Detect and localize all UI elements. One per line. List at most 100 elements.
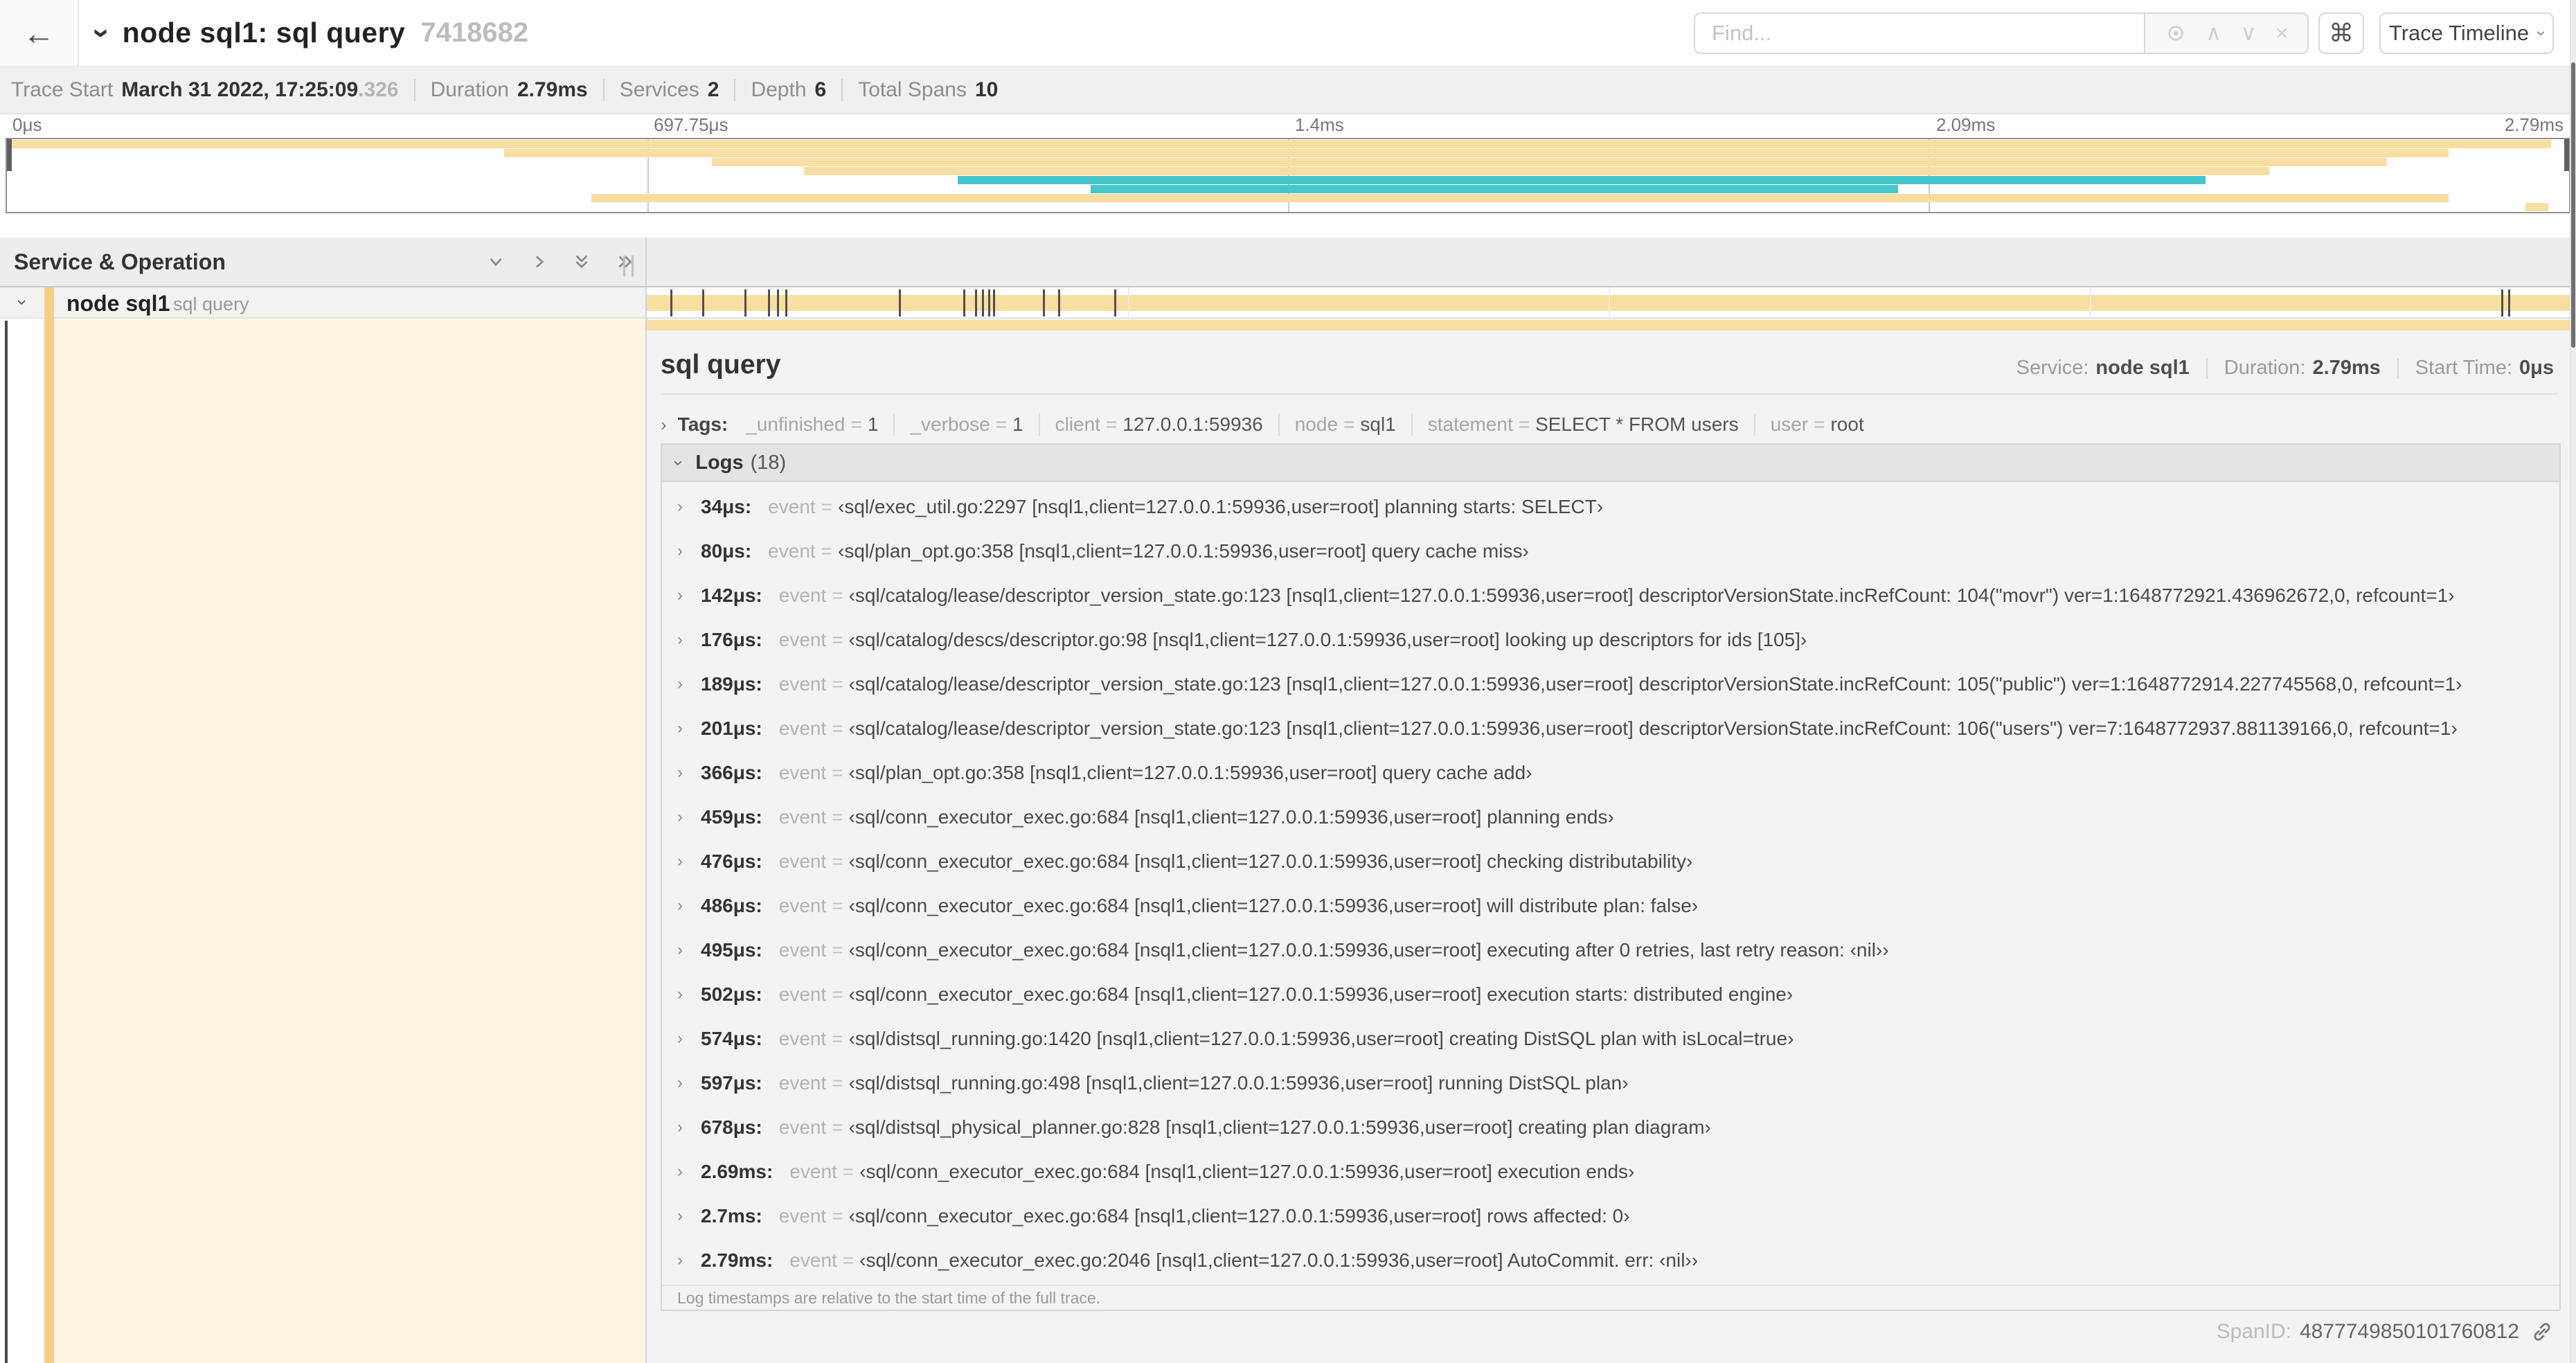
log-equals: =	[832, 585, 843, 606]
log-row[interactable]: › 502μs: event = ‹sql/conn_executor_exec.go:…	[662, 972, 2559, 1017]
log-equals: =	[832, 718, 843, 739]
collapse-trace-chevron-icon[interactable]: ›	[84, 28, 119, 38]
collapse-one-icon[interactable]	[485, 251, 507, 273]
find-group: ∧ ∨ ×	[1694, 12, 2309, 54]
log-row[interactable]: › 678μs: event = ‹sql/distsql_physical_plann…	[662, 1105, 2559, 1150]
view-selector-button[interactable]: Trace Timeline ›	[2379, 12, 2554, 54]
log-equals: =	[832, 673, 843, 695]
log-timestamp: 476μs:	[701, 850, 762, 872]
log-row[interactable]: › 459μs: event = ‹sql/conn_executor_exec.go:…	[662, 795, 2559, 839]
log-key: event	[778, 762, 827, 783]
column-resize-grip[interactable]	[623, 256, 634, 276]
trace-minimap[interactable]	[6, 138, 2570, 213]
tree-scroll-indicator[interactable]	[5, 321, 8, 1363]
log-tick-mark	[992, 289, 995, 317]
tag-item: client = 127.0.0.1:59936	[1055, 413, 1263, 435]
log-row[interactable]: › 2.69ms: event = ‹sql/conn_executor_exec.go…	[662, 1150, 2559, 1194]
span-row-timeline[interactable]	[647, 287, 2570, 319]
keyboard-shortcuts-button[interactable]: ⌘	[2318, 12, 2364, 54]
minimap-left-handle[interactable]	[7, 139, 12, 171]
match-scope-icon[interactable]	[2165, 22, 2187, 44]
expand-one-icon[interactable]	[528, 251, 550, 273]
log-row[interactable]: › 574μs: event = ‹sql/distsql_running.go:142…	[662, 1017, 2559, 1061]
log-timestamp: 495μs:	[701, 939, 762, 961]
log-key: event	[778, 585, 827, 606]
minimap-right-handle[interactable]	[2564, 139, 2569, 171]
log-row[interactable]: › 176μs: event = ‹sql/catalog/descs/descript…	[662, 618, 2559, 662]
log-row[interactable]: › 495μs: event = ‹sql/conn_executor_exec.go:…	[662, 928, 2559, 972]
log-timestamp: 201μs:	[701, 718, 762, 739]
log-key: event	[778, 983, 827, 1005]
log-message: ‹sql/distsql_running.go:498 [nsql1,clien…	[848, 1072, 1629, 1094]
log-message: ‹sql/catalog/descs/descriptor.go:98 [nsq…	[848, 629, 1807, 650]
find-prev-icon[interactable]: ∧	[2206, 21, 2221, 46]
back-button[interactable]: ←	[0, 0, 79, 66]
log-equals: =	[832, 806, 843, 828]
span-collapse-chevron-icon[interactable]: ›	[12, 299, 33, 305]
log-key: event	[778, 718, 827, 739]
log-row[interactable]: › 2.7ms: event = ‹sql/conn_executor_exec.go:…	[662, 1194, 2559, 1238]
view-selector-label: Trace Timeline	[2388, 21, 2530, 45]
log-row[interactable]: › 80μs: event = ‹sql/plan_opt.go:358 [nsql1,…	[662, 529, 2559, 573]
tag-separator	[1753, 413, 1755, 436]
log-row[interactable]: › 476μs: event = ‹sql/conn_executor_exec.go:…	[662, 839, 2559, 884]
log-key: event	[778, 673, 827, 695]
logs-count: (18)	[750, 451, 787, 474]
log-message: ‹sql/conn_executor_exec.go:2046 [nsql1,c…	[859, 1249, 1699, 1271]
log-chevron-icon: ›	[677, 808, 683, 826]
duration-value: 2.79ms	[2312, 357, 2381, 379]
log-tick-mark	[987, 289, 990, 317]
log-equals: =	[832, 850, 843, 872]
log-chevron-icon: ›	[677, 1118, 683, 1137]
tags-accordion[interactable]: › Tags: _unfinished = 1 _verbose = 1 client = 12…	[661, 407, 1864, 442]
log-row[interactable]: › 34μs: event = ‹sql/exec_util.go:2297 [nsql…	[662, 485, 2559, 529]
log-row[interactable]: › 189μs: event = ‹sql/catalog/lease/descript…	[662, 662, 2559, 706]
log-row[interactable]: › 366μs: event = ‹sql/plan_opt.go:358 [nsql1…	[662, 751, 2559, 795]
log-message: ‹sql/exec_util.go:2297 [nsql1,client=127…	[838, 496, 1604, 517]
log-chevron-icon: ›	[677, 941, 683, 959]
page-scrollbar[interactable]	[2570, 0, 2576, 1363]
log-timestamp: 80μs:	[701, 540, 752, 562]
collapse-all-icon[interactable]	[571, 251, 593, 273]
duration-label: Duration:	[2224, 357, 2306, 379]
row-grid-line	[2089, 287, 2091, 319]
log-row[interactable]: › 142μs: event = ‹sql/catalog/lease/descript…	[662, 573, 2559, 618]
log-chevron-icon: ›	[677, 586, 683, 605]
log-equals: =	[832, 1028, 843, 1049]
minimap-span-bar	[7, 140, 2552, 148]
info-label: Total Spans	[858, 78, 967, 101]
page-header: ← › node sql1: sql query 7418682 ∧ ∨ × ⌘…	[0, 0, 2576, 67]
find-clear-icon[interactable]: ×	[2275, 21, 2288, 46]
span-row-name[interactable]: › node sql1 sql query	[0, 287, 645, 319]
info-separator	[841, 79, 843, 101]
link-icon[interactable]	[2530, 1320, 2554, 1344]
logs-rows: › 34μs: event = ‹sql/exec_util.go:2297 [nsql…	[662, 485, 2559, 1283]
log-tick-mark	[981, 289, 984, 317]
log-tick-mark	[1042, 289, 1045, 317]
log-equals: =	[832, 895, 843, 916]
log-row[interactable]: › 201μs: event = ‹sql/catalog/lease/descript…	[662, 706, 2559, 751]
log-row[interactable]: › 486μs: event = ‹sql/conn_executor_exec.go:…	[662, 884, 2559, 928]
find-input[interactable]	[1694, 12, 2144, 54]
log-chevron-icon: ›	[677, 1074, 683, 1092]
log-chevron-icon: ›	[677, 763, 683, 782]
tick-label: 2.79ms	[2504, 114, 2564, 135]
log-chevron-icon: ›	[677, 630, 683, 649]
back-arrow-icon: ←	[23, 15, 55, 51]
logs-chevron-icon: ›	[669, 459, 689, 466]
log-chevron-icon: ›	[677, 1251, 683, 1270]
logs-header[interactable]: › Logs (18)	[662, 445, 2559, 482]
meta-separator	[2206, 357, 2208, 379]
log-row[interactable]: › 2.79ms: event = ‹sql/conn_executor_exec.go…	[662, 1238, 2559, 1283]
span-operation-name: sql query	[173, 294, 249, 314]
tag-separator	[893, 413, 895, 436]
log-timestamp: 366μs:	[701, 762, 762, 783]
detail-operation-title: sql query	[661, 350, 781, 380]
find-next-icon[interactable]: ∨	[2241, 21, 2257, 46]
log-row[interactable]: › 597μs: event = ‹sql/distsql_running.go:498…	[662, 1061, 2559, 1105]
tick-label: 0μs	[12, 114, 42, 135]
minimap-span-bar	[503, 149, 2449, 157]
tag-item: user = root	[1770, 413, 1864, 435]
log-timestamp: 2.7ms:	[701, 1205, 762, 1227]
scrollbar-thumb[interactable]	[2571, 62, 2575, 348]
